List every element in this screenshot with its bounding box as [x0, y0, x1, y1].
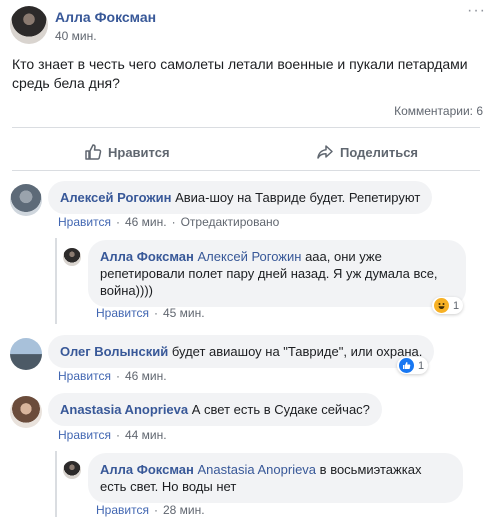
reaction-badge[interactable]: 1	[397, 357, 429, 374]
commenter-avatar[interactable]	[10, 396, 42, 428]
thumbs-up-icon	[85, 144, 102, 160]
reaction-count: 1	[453, 299, 460, 312]
comment-meta: Нравится · 46 мин. · Отредактировано	[58, 215, 280, 229]
comment-author[interactable]: Anastasia Anoprieva	[60, 402, 188, 417]
reply-like-link[interactable]: Нравится	[96, 503, 149, 517]
reply-meta: Нравится · 45 мин.	[96, 306, 205, 320]
reply-author[interactable]: Алла Фоксман	[100, 462, 194, 477]
comment-text: будет авиашоу на "Тавриде", или охрана.	[171, 344, 423, 359]
like-button[interactable]: Нравится	[84, 143, 170, 161]
reply-thread-line	[55, 238, 57, 324]
reply-avatar[interactable]	[63, 461, 81, 479]
edited-label[interactable]: Отредактировано	[181, 215, 280, 229]
comments-count-link[interactable]: Комментарии: 6	[394, 104, 483, 118]
mention-link[interactable]: Anastasia Anoprieva	[198, 462, 317, 477]
comment-like-link[interactable]: Нравится	[58, 215, 111, 229]
haha-reaction-icon	[434, 298, 449, 313]
reply-time[interactable]: 28 мин.	[163, 503, 205, 517]
more-options-icon[interactable]: ···	[467, 2, 486, 20]
reply-author[interactable]: Алла Фоксман	[100, 249, 194, 264]
divider	[12, 170, 480, 171]
like-reaction-icon	[399, 358, 414, 373]
author-avatar[interactable]	[10, 6, 48, 44]
reply-bubble: Алла Фоксман Алексей Рогожин ааа, они уж…	[88, 240, 466, 307]
comment-text: Авиа-шоу на Тавриде будет. Репетируют	[175, 190, 421, 205]
reply-time[interactable]: 45 мин.	[163, 306, 205, 320]
comment-text: А свет есть в Судаке сейчас?	[191, 402, 370, 417]
comment-bubble: Алексей Рогожин Авиа-шоу на Тавриде буде…	[48, 181, 433, 214]
reply-bubble: Алла Фоксман Anastasia Anoprieva в восьм…	[88, 453, 463, 503]
comment-time[interactable]: 46 мин.	[125, 369, 167, 383]
comment-like-link[interactable]: Нравится	[58, 369, 111, 383]
reaction-count: 1	[418, 359, 425, 372]
commenter-avatar[interactable]	[10, 184, 42, 216]
reply-like-link[interactable]: Нравится	[96, 306, 149, 320]
divider	[12, 127, 480, 128]
comment-like-link[interactable]: Нравится	[58, 428, 111, 442]
comment-meta: Нравится · 46 мин.	[58, 369, 167, 383]
like-label: Нравится	[108, 144, 170, 160]
reaction-badge[interactable]: 1	[432, 297, 464, 314]
mention-link[interactable]: Алексей Рогожин	[198, 249, 302, 264]
comment-author[interactable]: Олег Волынский	[60, 344, 168, 359]
share-icon	[317, 145, 333, 159]
reply-meta: Нравится · 28 мин.	[96, 503, 205, 517]
post-text: Кто знает в честь чего самолеты летали в…	[12, 56, 468, 91]
post-author-name[interactable]: Алла Фоксман	[55, 9, 156, 25]
share-button[interactable]: Поделиться	[316, 143, 418, 161]
commenter-avatar[interactable]	[10, 338, 42, 370]
post-timestamp[interactable]: 40 мин.	[55, 29, 97, 43]
post-card: Алла Фоксман 40 мин. ··· Кто знает в чес…	[0, 0, 492, 517]
reply-thread-line	[55, 451, 57, 517]
comment-meta: Нравится · 44 мин.	[58, 428, 167, 442]
share-label: Поделиться	[340, 144, 419, 160]
comment-time[interactable]: 46 мин.	[125, 215, 167, 229]
comment-author[interactable]: Алексей Рогожин	[60, 190, 171, 205]
comment-time[interactable]: 44 мин.	[125, 428, 167, 442]
comment-bubble: Anastasia Anoprieva А свет есть в Судаке…	[48, 393, 382, 426]
comment-bubble: Олег Волынский будет авиашоу на "Тавриде…	[48, 335, 435, 368]
reply-avatar[interactable]	[63, 248, 81, 266]
